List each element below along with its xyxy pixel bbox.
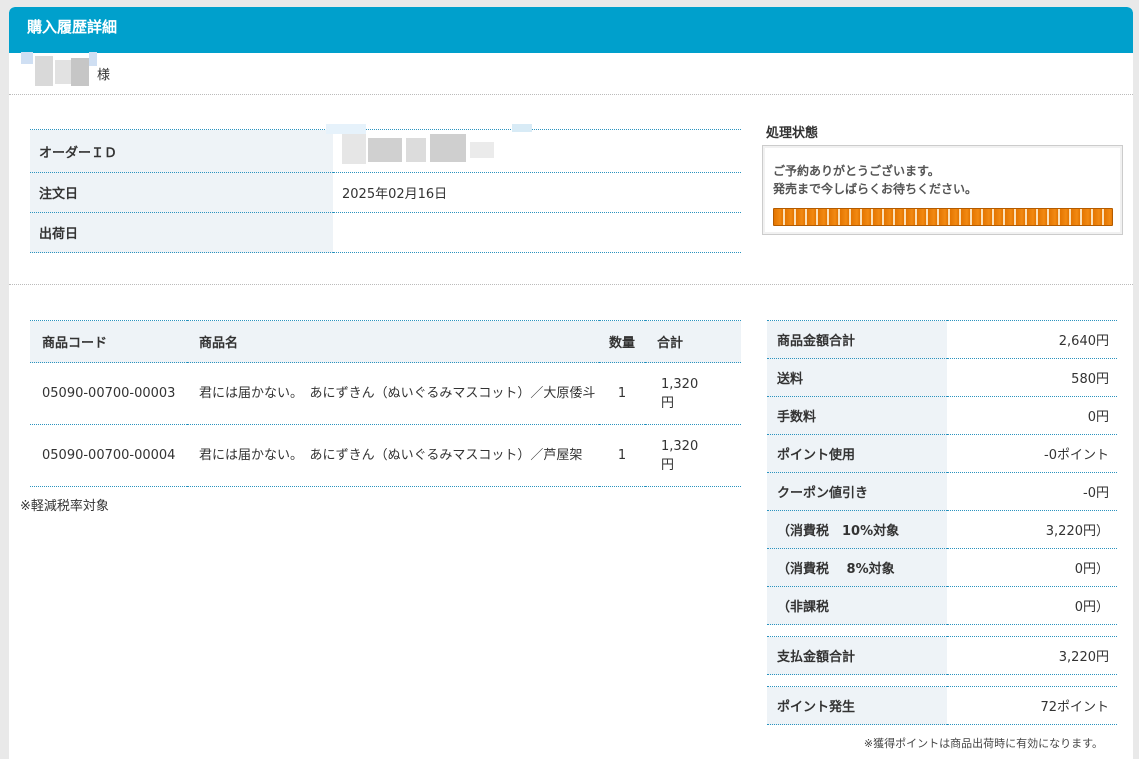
summary-value: 0円 — [947, 396, 1117, 435]
col-header-code: 商品コード — [30, 320, 187, 363]
ship-date-value — [333, 212, 741, 253]
product-code: 05090-00700-00004 — [30, 424, 187, 487]
summary-label: ポイント使用 — [767, 434, 947, 473]
customer-name-redacted — [21, 51, 97, 88]
summary-row: ポイント使用 -0ポイント — [767, 434, 1117, 473]
points-earned-row: ポイント発生 72ポイント — [767, 686, 1117, 725]
product-table: 商品コード 商品名 数量 合計 05090-00700-00003 君には届かな… — [30, 320, 741, 487]
summary-value: 2,640円 — [947, 320, 1117, 359]
product-total: 1,320円 — [645, 424, 741, 487]
col-header-qty: 数量 — [599, 320, 645, 363]
order-date-value: 2025年02月16日 — [333, 172, 741, 213]
summary-value: -0円 — [947, 472, 1117, 511]
product-code: 05090-00700-00003 — [30, 362, 187, 425]
summary-label: （消費税 10%対象 — [767, 510, 947, 549]
table-row: 05090-00700-00004 君には届かない。 あにずきん（ぬいぐるみマス… — [30, 424, 741, 487]
summary-table: 商品金額合計 2,640円 送料 580円 手数料 0円 ポイント使用 -0ポイ… — [767, 320, 1117, 725]
summary-value: -0ポイント — [947, 434, 1117, 473]
summary-label: クーポン値引き — [767, 472, 947, 511]
order-date-label: 注文日 — [30, 172, 333, 213]
order-id-redacted — [326, 124, 562, 168]
order-id-row: オーダーＩＤ — [30, 124, 741, 173]
payment-total-value: 3,220円 — [947, 636, 1117, 675]
summary-row: 商品金額合計 2,640円 — [767, 320, 1117, 359]
summary-spacer — [767, 674, 1117, 687]
summary-label: 商品金額合計 — [767, 320, 947, 359]
summary-label: （非課税 — [767, 586, 947, 625]
status-message-1: ご予約ありがとうございます。 — [773, 164, 940, 178]
product-qty: 1 — [599, 362, 645, 425]
summary-row: 送料 580円 — [767, 358, 1117, 397]
points-earned-value: 72ポイント — [947, 686, 1117, 725]
summary-row: 手数料 0円 — [767, 396, 1117, 435]
summary-value: 0円） — [947, 586, 1117, 625]
summary-label: （消費税 8%対象 — [767, 548, 947, 587]
section-divider — [9, 284, 1133, 285]
customer-row: 様 — [9, 51, 1133, 95]
table-row: 05090-00700-00003 君には届かない。 あにずきん（ぬいぐるみマス… — [30, 362, 741, 425]
status-title: 処理状態 — [766, 126, 819, 141]
status-box: ご予約ありがとうございます。 発売まで今しばらくお待ちください。 — [762, 145, 1123, 235]
product-name: 君には届かない。 あにずきん（ぬいぐるみマスコット）／大原倭斗 — [187, 362, 599, 425]
summary-value: 580円 — [947, 358, 1117, 397]
order-id-label: オーダーＩＤ — [30, 129, 333, 173]
status-message-2: 発売まで今しばらくお待ちください。 — [773, 182, 978, 196]
honorific-suffix: 様 — [97, 68, 111, 83]
order-date-row: 注文日 2025年02月16日 — [30, 172, 741, 213]
summary-value: 3,220円） — [947, 510, 1117, 549]
purchase-detail-panel: 購入履歴詳細 様 オーダーＩＤ 注文日 2025年02月16日 出荷日 処理状態… — [9, 7, 1133, 759]
summary-row: クーポン値引き -0円 — [767, 472, 1117, 511]
order-info-table: オーダーＩＤ 注文日 2025年02月16日 出荷日 — [30, 124, 741, 253]
points-note: ※獲得ポイントは商品出荷時に有効になります。 — [863, 737, 1103, 750]
product-total: 1,320円 — [645, 362, 741, 425]
status-progress-bar — [773, 208, 1113, 226]
ship-date-row: 出荷日 — [30, 212, 741, 253]
summary-row: （非課税 0円） — [767, 586, 1117, 625]
summary-row: （消費税 8%対象 0円） — [767, 548, 1117, 587]
order-id-value — [326, 124, 741, 173]
summary-value: 0円） — [947, 548, 1117, 587]
product-name: 君には届かない。 あにずきん（ぬいぐるみマスコット）／芦屋架 — [187, 424, 599, 487]
product-table-header: 商品コード 商品名 数量 合計 — [30, 320, 741, 363]
col-header-name: 商品名 — [187, 320, 599, 363]
summary-label: 手数料 — [767, 396, 947, 435]
page-title: 購入履歴詳細 — [9, 7, 1133, 53]
payment-total-row: 支払金額合計 3,220円 — [767, 636, 1117, 675]
summary-label: 送料 — [767, 358, 947, 397]
summary-spacer — [767, 624, 1117, 637]
summary-row: （消費税 10%対象 3,220円） — [767, 510, 1117, 549]
col-header-total: 合計 — [645, 320, 741, 363]
payment-total-label: 支払金額合計 — [767, 636, 947, 675]
ship-date-label: 出荷日 — [30, 212, 333, 253]
product-qty: 1 — [599, 424, 645, 487]
points-earned-label: ポイント発生 — [767, 686, 947, 725]
reduced-tax-note: ※軽減税率対象 — [20, 499, 109, 514]
